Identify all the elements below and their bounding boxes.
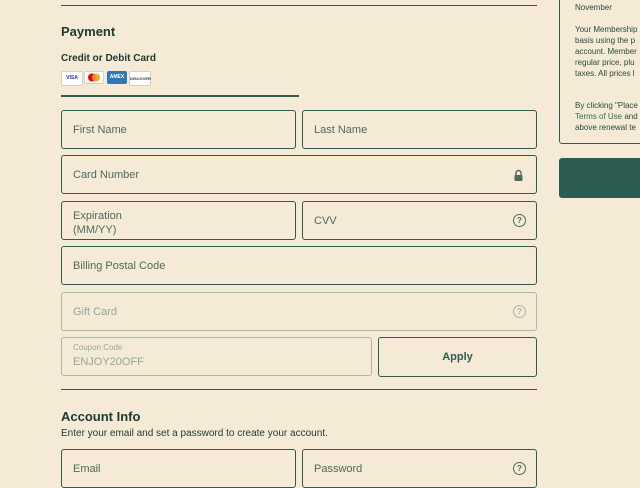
card-tab-underline	[61, 95, 299, 97]
top-divider	[61, 5, 537, 6]
card-number-placeholder: Card Number	[73, 169, 140, 181]
discover-icon: DISCOVER	[129, 71, 151, 86]
email-placeholder: Email	[73, 463, 101, 475]
membership-terms-line-4: regular price, plu	[575, 58, 635, 67]
coupon-code-value: ENJOY20OFF	[73, 356, 144, 368]
first-name-placeholder: First Name	[73, 124, 127, 136]
password-placeholder: Password	[314, 463, 363, 475]
gift-card-placeholder: Gift Card	[73, 306, 118, 318]
apply-button[interactable]: Apply	[378, 337, 537, 377]
expiration-field[interactable]: Expiration (MM/YY)	[61, 201, 296, 240]
coupon-code-label: Coupon Code	[73, 343, 123, 352]
cvv-field[interactable]: CVV ?	[302, 201, 537, 240]
order-summary-box: November Your Membership basis using the…	[559, 0, 640, 144]
apply-button-label: Apply	[442, 351, 473, 363]
membership-terms-line-1: Your Membership	[575, 25, 638, 34]
card-number-field[interactable]: Card Number	[61, 155, 537, 194]
billing-postal-field[interactable]: Billing Postal Code	[61, 246, 537, 285]
last-name-field[interactable]: Last Name	[302, 110, 537, 149]
visa-icon: VISA	[61, 71, 83, 86]
account-info-subtext: Enter your email and set a password to c…	[61, 428, 328, 439]
last-name-placeholder: Last Name	[314, 124, 368, 136]
terms-and-text: and	[622, 112, 638, 121]
first-name-field[interactable]: First Name	[61, 110, 296, 149]
card-label: Credit or Debit Card	[61, 53, 157, 64]
password-field[interactable]: Password ?	[302, 449, 537, 488]
renewal-month: November	[575, 3, 612, 12]
membership-terms-line-5: taxes. All prices l	[575, 69, 635, 78]
amex-icon: AMEX	[107, 71, 127, 84]
mastercard-icon	[84, 71, 104, 84]
cvv-placeholder: CVV	[314, 215, 337, 227]
help-circle-icon[interactable]: ?	[513, 305, 526, 318]
expiration-placeholder-line2: (MM/YY)	[73, 224, 117, 236]
lock-icon	[513, 169, 524, 182]
account-info-heading: Account Info	[61, 409, 141, 424]
email-field[interactable]: Email	[61, 449, 296, 488]
help-circle-icon[interactable]: ?	[513, 214, 526, 227]
place-order-notice-line-3: above renewal te	[575, 123, 636, 132]
place-order-notice-line-2: Terms of Use and	[575, 111, 638, 122]
membership-terms-line-3: account. Member	[575, 47, 637, 56]
place-order-notice-line-1: By clicking "Place	[575, 101, 638, 110]
coupon-code-field[interactable]: Coupon Code ENJOY20OFF	[61, 337, 372, 376]
place-order-button[interactable]	[559, 158, 640, 198]
terms-of-use-link[interactable]: Terms of Use	[575, 112, 622, 121]
payment-heading: Payment	[61, 24, 116, 39]
gift-card-field[interactable]: Gift Card ?	[61, 292, 537, 331]
section-divider	[61, 389, 537, 390]
membership-terms-line-2: basis using the p	[575, 36, 636, 45]
help-circle-icon[interactable]: ?	[513, 462, 526, 475]
expiration-placeholder-line1: Expiration	[73, 210, 122, 222]
billing-postal-placeholder: Billing Postal Code	[73, 260, 166, 272]
